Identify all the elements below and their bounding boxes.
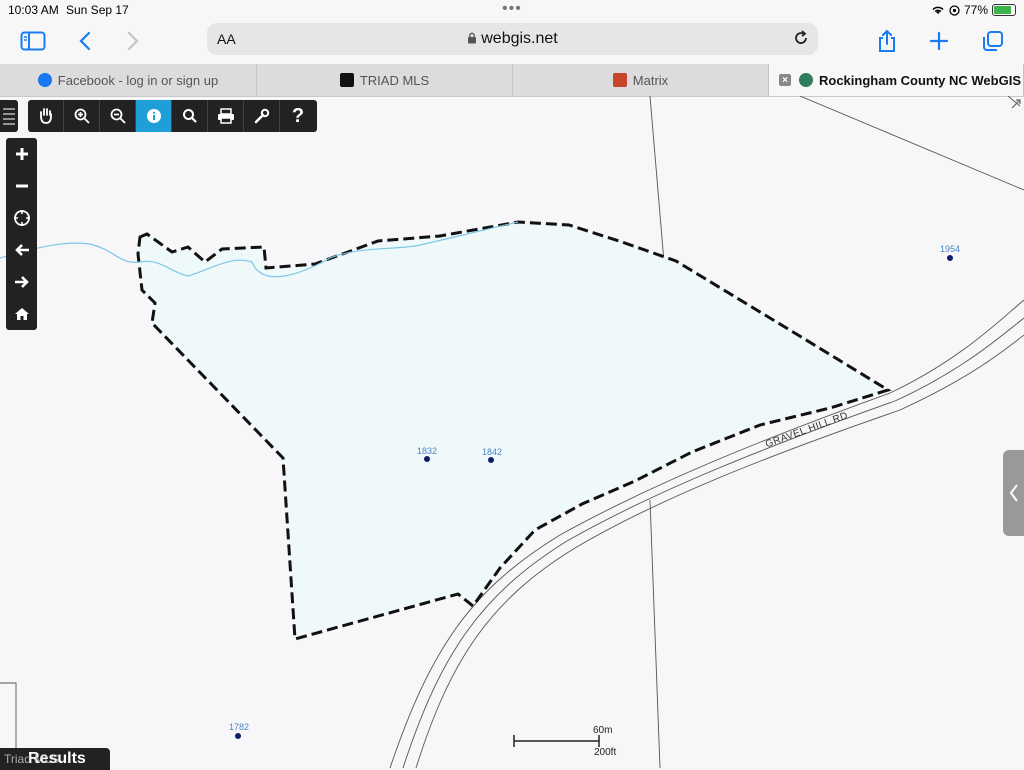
battery-icon bbox=[992, 4, 1016, 16]
matrix-icon bbox=[612, 73, 627, 87]
wrench-tools-icon[interactable] bbox=[244, 100, 280, 132]
tab-overview-icon[interactable] bbox=[978, 26, 1008, 56]
address-label: 1832 bbox=[417, 446, 438, 456]
address-label: 1842 bbox=[482, 447, 503, 457]
zoom-out-minus-icon[interactable] bbox=[6, 170, 37, 201]
search-icon[interactable] bbox=[172, 100, 208, 132]
tab-matrix[interactable]: Matrix bbox=[513, 64, 769, 96]
scale-imperial: 200ft bbox=[594, 747, 617, 758]
webgis-icon bbox=[799, 73, 813, 87]
status-bar: 10:03 AM Sun Sep 17 ••• 77% bbox=[0, 0, 1024, 20]
tab-facebook[interactable]: Facebook - log in or sign up bbox=[0, 64, 257, 96]
location-lock-icon bbox=[949, 4, 960, 16]
expand-icon[interactable] bbox=[1011, 99, 1021, 109]
status-date: Sun Sep 17 bbox=[66, 3, 129, 17]
map-toolbar: ? bbox=[28, 100, 317, 132]
share-icon[interactable] bbox=[872, 26, 902, 56]
home-icon[interactable] bbox=[6, 298, 37, 329]
reload-icon[interactable] bbox=[792, 29, 810, 47]
triad-mls-icon bbox=[339, 73, 354, 87]
address-bar[interactable]: AA webgis.net bbox=[207, 23, 818, 55]
back-chevron-icon[interactable] bbox=[70, 26, 100, 56]
forward-chevron-icon[interactable] bbox=[118, 26, 148, 56]
tab-label: Facebook - log in or sign up bbox=[57, 72, 219, 88]
address-point[interactable] bbox=[947, 255, 953, 261]
scale-bar bbox=[513, 735, 600, 747]
address-point[interactable] bbox=[424, 456, 430, 462]
zoom-in-plus-icon[interactable] bbox=[6, 138, 37, 169]
tab-webgis[interactable]: × Rockingham County NC WebGIS bbox=[769, 64, 1024, 96]
status-time: 10:03 AM bbox=[8, 3, 59, 17]
print-icon[interactable] bbox=[208, 100, 244, 132]
scale-metric: 60m bbox=[593, 725, 613, 736]
help-question-icon[interactable]: ? bbox=[280, 100, 316, 132]
url-text: webgis.net bbox=[481, 30, 558, 47]
address-point[interactable] bbox=[488, 457, 494, 463]
close-tab-icon[interactable]: × bbox=[779, 74, 791, 86]
new-tab-plus-icon[interactable] bbox=[924, 26, 954, 56]
tab-label: Rockingham County NC WebGIS bbox=[819, 72, 1021, 88]
url-display[interactable]: webgis.net bbox=[207, 30, 818, 48]
browser-toolbar: AA webgis.net bbox=[0, 20, 1024, 64]
hamburger-icon bbox=[3, 108, 15, 125]
layers-menu-button[interactable] bbox=[0, 100, 18, 132]
tab-label: TRIAD MLS bbox=[359, 72, 430, 88]
status-right: 77% bbox=[931, 3, 1016, 17]
address-point[interactable] bbox=[235, 733, 241, 739]
full-extent-globe-icon[interactable] bbox=[6, 202, 37, 233]
facebook-icon bbox=[37, 73, 52, 87]
tab-triad-mls[interactable]: TRIAD MLS bbox=[257, 64, 513, 96]
triad-mls-watermark: Triad MLS bbox=[4, 752, 59, 766]
address-label: 1954 bbox=[940, 244, 961, 254]
tab-label: Matrix bbox=[632, 72, 669, 88]
chevron-left-icon bbox=[1009, 484, 1018, 502]
previous-extent-arrow-icon[interactable] bbox=[6, 234, 37, 265]
next-extent-arrow-icon[interactable] bbox=[6, 266, 37, 297]
tab-bar: Facebook - log in or sign up TRIAD MLS M… bbox=[0, 64, 1024, 97]
map-canvas[interactable] bbox=[0, 96, 1024, 768]
zoom-out-tool-icon[interactable] bbox=[100, 100, 136, 132]
wifi-icon bbox=[932, 6, 944, 14]
zoom-in-tool-icon[interactable] bbox=[64, 100, 100, 132]
address-label: 1782 bbox=[229, 722, 250, 732]
side-panel-handle[interactable] bbox=[1003, 450, 1024, 536]
map-nav-controls bbox=[6, 138, 37, 330]
identify-info-icon[interactable] bbox=[136, 100, 172, 132]
multitask-dots-icon[interactable]: ••• bbox=[502, 0, 522, 18]
sidebar-toggle-icon[interactable] bbox=[18, 26, 48, 56]
lock-icon bbox=[468, 32, 477, 44]
battery-percent: 77% bbox=[963, 3, 988, 17]
pan-hand-icon[interactable] bbox=[28, 100, 64, 132]
selected-parcel[interactable] bbox=[136, 220, 892, 641]
